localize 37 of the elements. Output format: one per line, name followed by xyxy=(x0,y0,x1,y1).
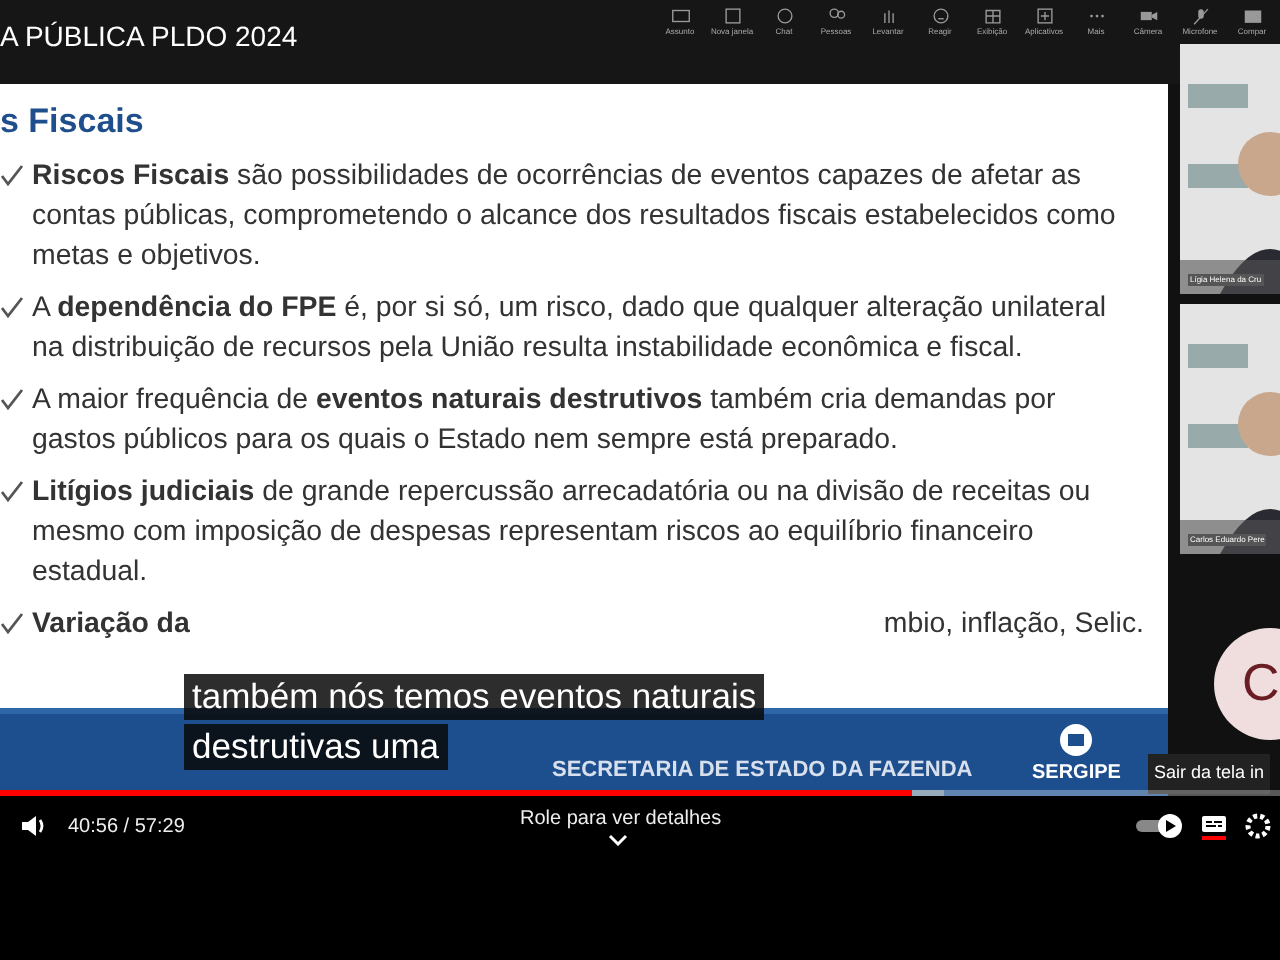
share-screen-icon xyxy=(1241,6,1263,26)
check-icon xyxy=(0,164,24,188)
plus-square-icon xyxy=(1033,6,1055,26)
subtitles-button[interactable] xyxy=(1200,812,1228,840)
autoplay-toggle[interactable] xyxy=(1136,814,1184,838)
camera-icon xyxy=(1137,6,1159,26)
tooltip: Sair da tela in xyxy=(1148,754,1271,793)
check-icon xyxy=(0,612,24,636)
check-icon xyxy=(0,388,24,412)
bullet-text: A maior frequência de eventos naturais destrutivos também cria demandas por gastos públicos para os quais o Estado nem sempre está preparado. xyxy=(32,382,1058,460)
bullet-text: A dependência do FPE é, por si só, um risco, dado que qualquer alteração unilateral na distribuição de recursos pela União resulta instabilidade econômica e fiscal. xyxy=(32,290,1109,368)
chevron-down-icon xyxy=(608,834,628,846)
monitor-icon xyxy=(669,6,691,26)
check-icon xyxy=(0,480,24,504)
bullet-text: Variação da xyxy=(32,606,190,644)
window-icon xyxy=(721,6,743,26)
bullet-text: Riscos Fiscais são possibilidades de ocorrências de eventos capazes de afetar as contas públicas, comprometendo o alcance dos resultados fiscais estabelecidos como metas e objetivos. xyxy=(32,158,1118,276)
meeting-title: A PÚBLICA PLDO 2024 xyxy=(0,18,298,48)
bullet-text: Litígios judiciais de grande repercussão arrecadatória ou na divisão de receitas ou mesmo com imposição de despesas representam riscos ao equilíbrio financeiro estadual. xyxy=(32,474,1093,592)
caption-text: também nós temos eventos naturais xyxy=(184,674,765,720)
chat-icon xyxy=(773,6,795,26)
avatar: C xyxy=(1214,628,1280,740)
slide-title: s Fiscais xyxy=(0,100,146,144)
check-icon xyxy=(0,296,24,320)
muted-microphone-icon xyxy=(1189,6,1211,26)
settings-icon[interactable] xyxy=(1244,812,1272,840)
grid-icon xyxy=(981,6,1003,26)
volume-icon[interactable] xyxy=(20,814,48,838)
caption-text: destrutivas uma xyxy=(184,724,448,770)
bullet-text: mbio, inflação, Selic. xyxy=(883,606,1144,644)
crest-icon xyxy=(1058,722,1094,758)
progress-bar[interactable] xyxy=(0,790,1280,796)
smiley-icon xyxy=(929,6,951,26)
time-display: 40:56 / 57:29 xyxy=(68,813,185,841)
logo-text: SERGIPE xyxy=(1032,760,1121,788)
scroll-hint: Role para ver detalhes xyxy=(520,806,722,834)
footer-text: SECRETARIA DE ESTADO DA FAZENDA xyxy=(552,756,973,786)
